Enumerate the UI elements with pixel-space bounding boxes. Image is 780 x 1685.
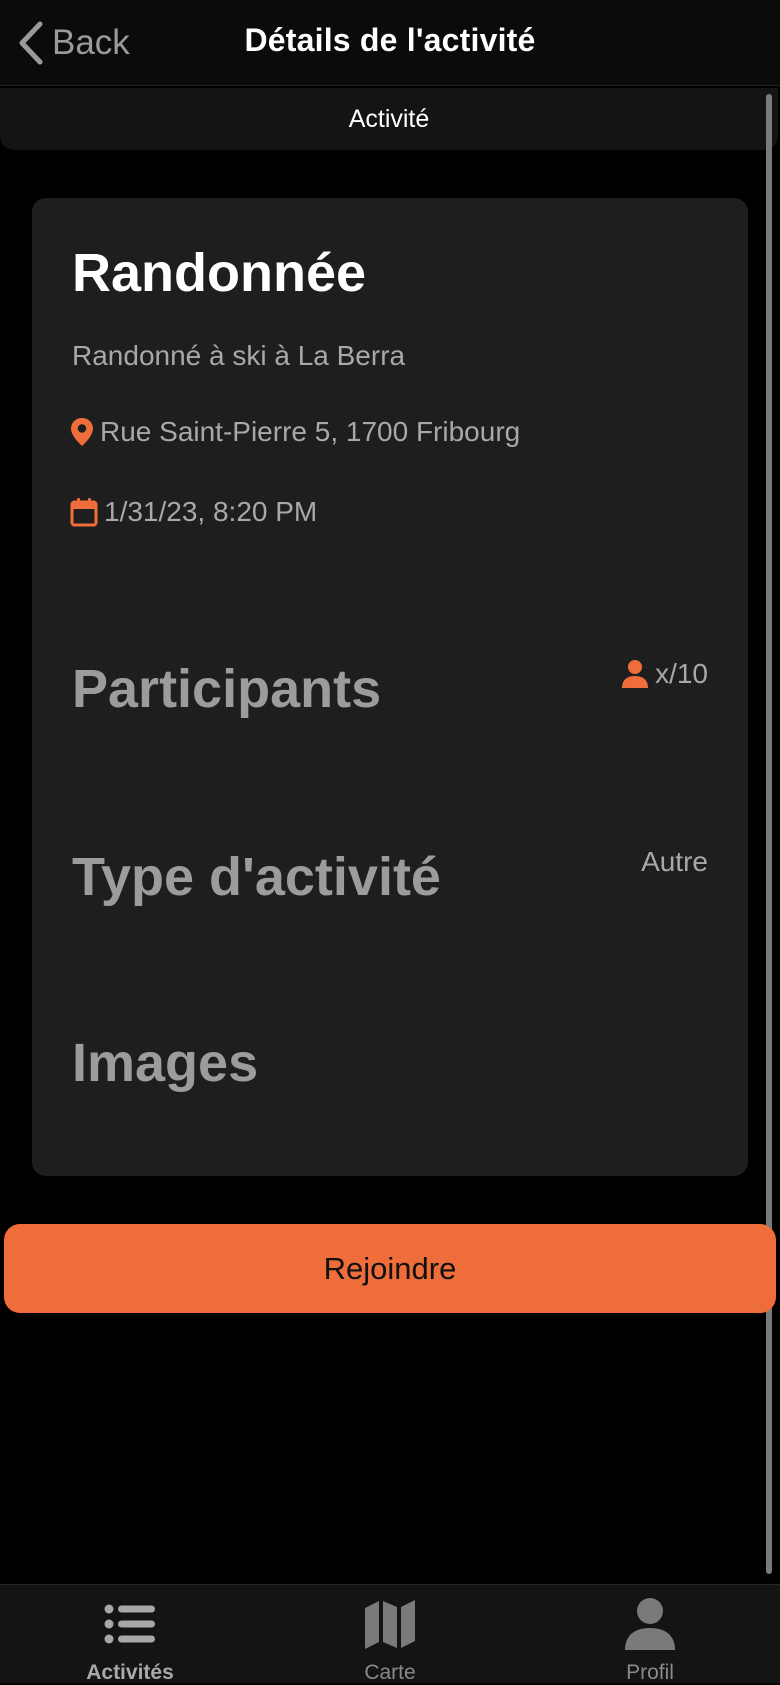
person-icon <box>624 1595 676 1653</box>
activity-description: Randonné à ski à La Berra <box>72 340 406 371</box>
tab-profil[interactable]: Profil <box>550 1595 750 1685</box>
participants-heading: Participants <box>72 659 382 719</box>
activity-type-heading: Type d'activité <box>72 847 441 907</box>
activity-type-value: Autre <box>641 846 708 877</box>
participants-count-value: x/10 <box>655 658 708 689</box>
activity-address: Rue Saint-Pierre 5, 1700 Fribourg <box>100 416 521 447</box>
segment-label: Activité <box>348 105 430 133</box>
calendar-icon <box>70 497 98 527</box>
segment-header: Activité <box>0 88 778 150</box>
participants-count: x/10 <box>621 658 708 690</box>
navigation-bar: Back Détails de l'activité <box>0 0 780 86</box>
activity-title: Randonnée <box>72 243 367 303</box>
activity-card: Randonnée Randonné à ski à La Berra Rue … <box>32 198 748 1176</box>
map-icon <box>363 1595 417 1653</box>
join-button[interactable]: Rejoindre <box>4 1224 776 1313</box>
address-row: Rue Saint-Pierre 5, 1700 Fribourg <box>70 416 520 448</box>
activity-datetime: 1/31/23, 8:20 PM <box>104 496 318 527</box>
images-heading: Images <box>72 1033 259 1093</box>
list-icon <box>104 1595 156 1653</box>
person-icon <box>621 659 649 689</box>
page-title: Détails de l'activité <box>244 22 536 58</box>
date-row: 1/31/23, 8:20 PM <box>70 496 317 528</box>
tab-activites[interactable]: Activités <box>30 1595 230 1685</box>
scroll-indicator[interactable] <box>766 94 772 1574</box>
join-button-label: Rejoindre <box>323 1250 457 1286</box>
location-pin-icon <box>70 417 94 447</box>
tab-label-activites: Activités <box>86 1661 174 1684</box>
tab-carte[interactable]: Carte <box>290 1595 490 1685</box>
tab-label-carte: Carte <box>364 1661 416 1684</box>
tab-label-profil: Profil <box>626 1661 674 1684</box>
tab-bar: Activités Carte Profil <box>0 1584 780 1685</box>
